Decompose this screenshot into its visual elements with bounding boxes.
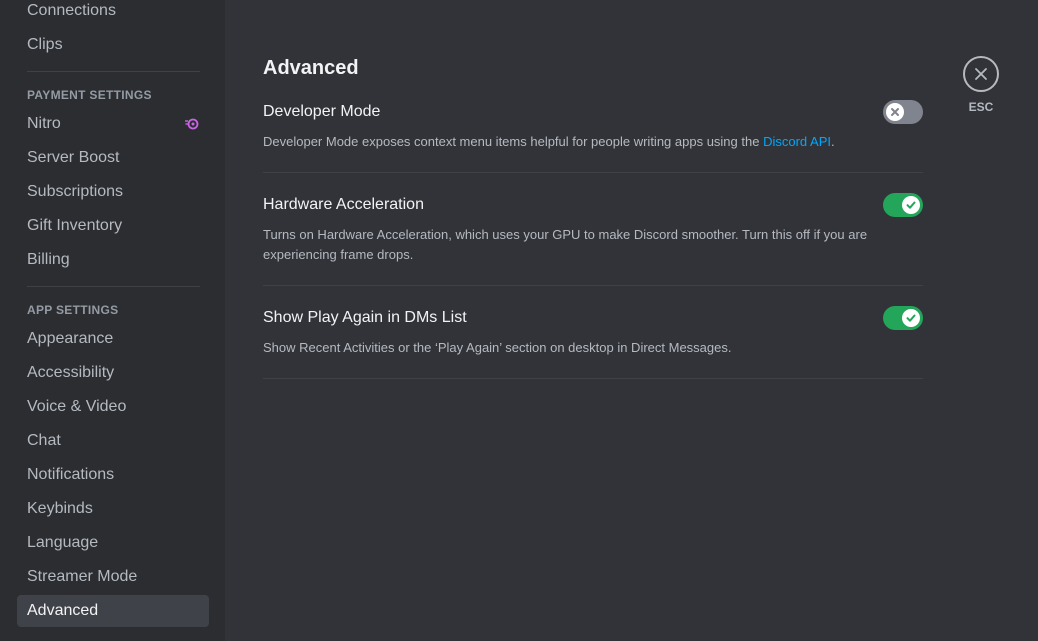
- sidebar-item-gift-inventory[interactable]: Gift Inventory: [17, 210, 209, 242]
- setting-desc-show-play-again: Show Recent Activities or the ‘Play Agai…: [263, 340, 732, 355]
- page-title: Advanced: [263, 57, 359, 79]
- setting-divider: [263, 285, 923, 286]
- sidebar-item-streamer-mode[interactable]: Streamer Mode: [17, 561, 209, 593]
- sidebar-item-chat[interactable]: Chat: [17, 425, 209, 457]
- sidebar-item-notifications[interactable]: Notifications: [17, 459, 209, 491]
- sidebar-item-clips[interactable]: Clips: [17, 29, 209, 61]
- x-icon: [891, 108, 899, 116]
- check-icon: [906, 201, 916, 209]
- sidebar-separator: [27, 286, 200, 287]
- nitro-icon: [185, 118, 199, 130]
- sidebar-item-accessibility[interactable]: Accessibility: [17, 357, 209, 389]
- sidebar-item-nitro[interactable]: Nitro: [17, 108, 209, 140]
- sidebar-header-payment: PAYMENT SETTINGS: [27, 88, 152, 102]
- sidebar-item-language[interactable]: Language: [17, 527, 209, 559]
- setting-desc-hardware-acceleration: Turns on Hardware Acceleration, which us…: [263, 227, 868, 262]
- setting-divider: [263, 172, 923, 173]
- hardware-acceleration-toggle[interactable]: [883, 193, 923, 217]
- check-icon: [906, 314, 916, 322]
- esc-label: ESC: [968, 100, 994, 114]
- sidebar-item-connections[interactable]: Connections: [17, 0, 209, 27]
- show-play-again-toggle[interactable]: [883, 306, 923, 330]
- desc-text: Developer Mode exposes context menu item…: [263, 134, 764, 149]
- toggle-knob: [902, 196, 920, 214]
- sidebar-header-app: APP SETTINGS: [27, 303, 119, 317]
- sidebar-item-label: Nitro: [27, 115, 61, 132]
- toggle-knob: [902, 309, 920, 327]
- sidebar-item-subscriptions[interactable]: Subscriptions: [17, 176, 209, 208]
- sidebar-item-voice-video[interactable]: Voice & Video: [17, 391, 209, 423]
- toggle-knob: [886, 103, 904, 121]
- sidebar-item-server-boost[interactable]: Server Boost: [17, 142, 209, 174]
- sidebar-separator: [27, 71, 200, 72]
- desc-text-suffix: .: [830, 134, 835, 149]
- discord-api-link[interactable]: Discord API: [763, 134, 831, 149]
- close-button[interactable]: [963, 56, 999, 92]
- setting-title-developer-mode: Developer Mode: [263, 103, 381, 120]
- sidebar-item-keybinds[interactable]: Keybinds: [17, 493, 209, 525]
- sidebar-item-advanced[interactable]: Advanced: [17, 595, 209, 627]
- sidebar-item-appearance[interactable]: Appearance: [17, 323, 209, 355]
- developer-mode-toggle[interactable]: [883, 100, 923, 124]
- close-icon: [975, 68, 987, 80]
- settings-sidebar: Connections Clips PAYMENT SETTINGS Nitro…: [0, 0, 225, 641]
- sidebar-item-billing[interactable]: Billing: [17, 244, 209, 276]
- setting-title-show-play-again: Show Play Again in DMs List: [263, 309, 467, 326]
- setting-title-hardware-acceleration: Hardware Acceleration: [263, 196, 424, 213]
- setting-divider: [263, 378, 923, 379]
- setting-desc-developer-mode: Developer Mode exposes context menu item…: [263, 132, 883, 152]
